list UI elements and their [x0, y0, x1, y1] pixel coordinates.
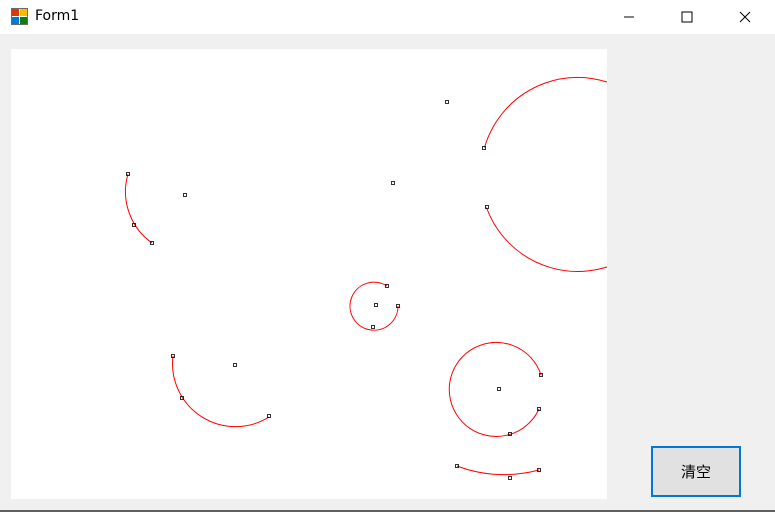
- close-button[interactable]: [716, 0, 774, 34]
- point: [391, 181, 395, 185]
- minimize-icon: [624, 16, 634, 18]
- point: [497, 387, 501, 391]
- point: [374, 303, 378, 307]
- title-bar: Form1: [0, 0, 775, 34]
- point: [371, 325, 375, 329]
- arc-large: [484, 76, 676, 272]
- close-icon: [739, 11, 751, 23]
- arc-small: [349, 281, 399, 331]
- maximize-button[interactable]: [658, 0, 716, 34]
- maximize-icon: [681, 11, 693, 23]
- window-title: Form1: [35, 8, 80, 24]
- point: [445, 100, 449, 104]
- app-icon: [11, 8, 28, 25]
- arc-left: [125, 173, 153, 244]
- arc-drawing: [125, 76, 676, 480]
- point: [508, 476, 512, 480]
- point: [183, 193, 187, 197]
- arc-right: [448, 341, 542, 437]
- point: [233, 363, 237, 367]
- arc-bottom-left: [172, 355, 270, 428]
- arc-bottom-right: [456, 465, 540, 476]
- clear-button[interactable]: 清空: [651, 446, 741, 497]
- minimize-button[interactable]: [600, 0, 658, 34]
- drawing-canvas[interactable]: [11, 49, 676, 499]
